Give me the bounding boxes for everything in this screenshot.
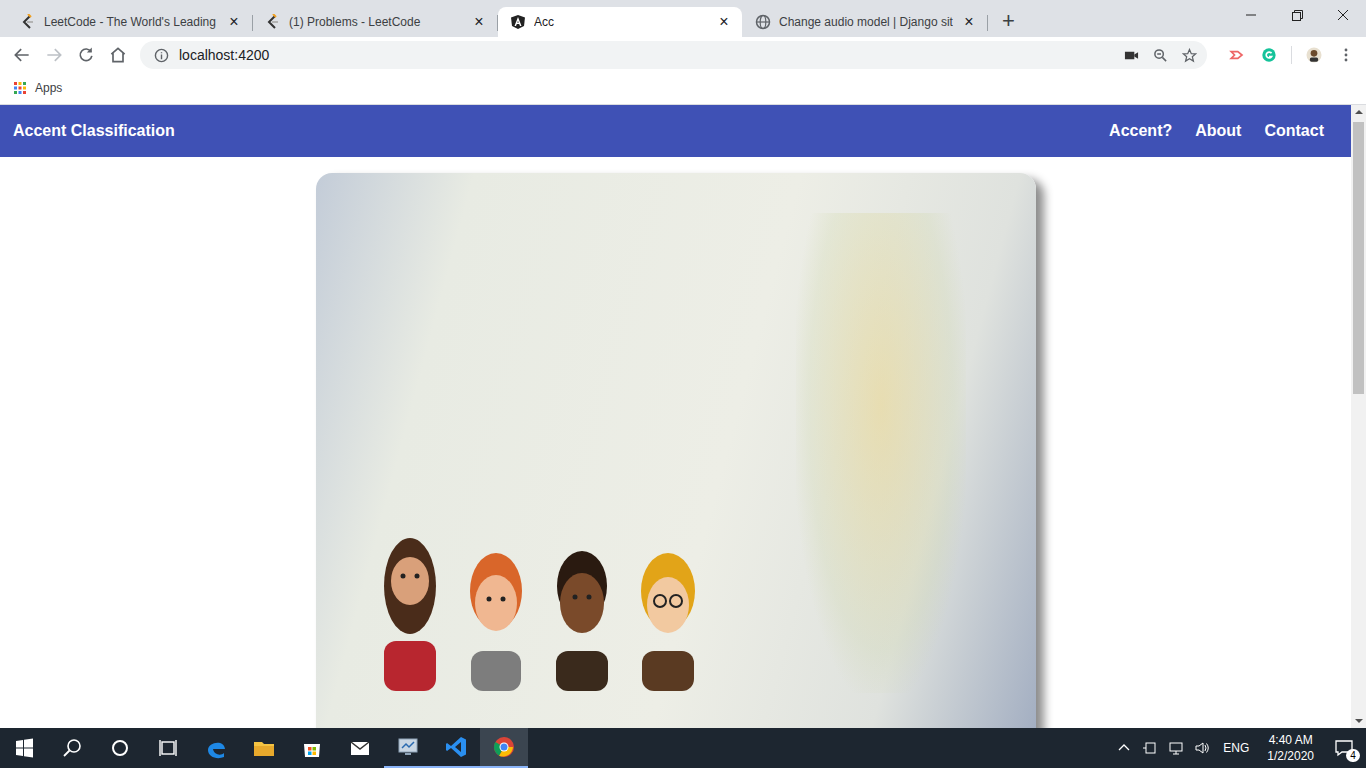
- taskbar-app[interactable]: [288, 728, 336, 768]
- bookmarks-bar: Apps: [0, 72, 1366, 105]
- store-icon: [300, 736, 324, 760]
- leetcode-icon: [20, 14, 36, 30]
- edge-icon: [204, 736, 228, 760]
- battery-icon[interactable]: [1142, 740, 1158, 756]
- brand-title[interactable]: Accent Classification: [13, 122, 1109, 140]
- taskbar-app[interactable]: [336, 728, 384, 768]
- camera-icon[interactable]: [1124, 48, 1139, 63]
- new-tab-button[interactable]: +: [1002, 7, 1015, 37]
- network-icon[interactable]: [1168, 740, 1184, 756]
- angular-icon: [510, 14, 526, 30]
- tab-title: (1) Problems - LeetCode: [289, 15, 463, 29]
- apps-grid-icon: [14, 82, 26, 94]
- scrollbar-thumb[interactable]: [1353, 122, 1364, 394]
- leetcode-icon: [265, 14, 281, 30]
- tab-title: Change audio model | Django sit: [779, 15, 953, 29]
- globe-icon: [755, 14, 771, 30]
- browser-tab[interactable]: (1) Problems - LeetCode ×: [253, 7, 497, 37]
- browser-tab[interactable]: LeetCode - The World's Leading ×: [8, 7, 252, 37]
- menu-icon[interactable]: [1336, 45, 1356, 65]
- notification-center[interactable]: 4: [1322, 728, 1366, 768]
- navbar: Accent Classification Accent? About Contac…: [0, 105, 1351, 157]
- minimize-icon[interactable]: [1228, 0, 1274, 30]
- restore-icon[interactable]: [1274, 0, 1320, 30]
- clock[interactable]: 4:40 AM 1/2/2020: [1259, 732, 1322, 764]
- page-viewport: Accent Classification Accent? About Contac…: [0, 105, 1366, 728]
- grammarly-icon[interactable]: [1259, 45, 1279, 65]
- task-view-icon[interactable]: [144, 728, 192, 768]
- forward-icon[interactable]: [44, 45, 64, 65]
- avatars-icon: [366, 491, 706, 691]
- reload-icon[interactable]: [76, 45, 96, 65]
- tab-title: Acc: [534, 15, 708, 29]
- zoom-icon[interactable]: [1153, 48, 1168, 63]
- chrome-icon: [492, 735, 516, 759]
- info-icon[interactable]: [154, 48, 169, 63]
- close-window-icon[interactable]: [1320, 0, 1366, 30]
- vscode-icon: [444, 735, 468, 759]
- tab-close-button[interactable]: ×: [716, 13, 732, 31]
- language-indicator[interactable]: ENG: [1223, 741, 1249, 755]
- taskbar-app[interactable]: [240, 728, 288, 768]
- home-icon[interactable]: [108, 45, 128, 65]
- tab-close-button[interactable]: ×: [961, 13, 977, 31]
- search-icon[interactable]: [48, 728, 96, 768]
- profile-icon[interactable]: [1304, 45, 1324, 65]
- browser-tab[interactable]: Change audio model | Django sit ×: [743, 7, 987, 37]
- browser-toolbar: localhost:4200: [0, 37, 1366, 72]
- system-tray: ENG 4:40 AM 1/2/2020 4: [1111, 728, 1366, 768]
- taskbar: ENG 4:40 AM 1/2/2020 4: [0, 728, 1366, 768]
- mail-icon: [348, 736, 372, 760]
- cortana-icon[interactable]: [96, 728, 144, 768]
- taskbar-app[interactable]: [192, 728, 240, 768]
- taskbar-app[interactable]: [384, 728, 432, 768]
- nav-link[interactable]: Accent?: [1109, 122, 1172, 140]
- address-bar[interactable]: localhost:4200: [140, 41, 1207, 69]
- windows-logo-icon[interactable]: [0, 728, 48, 768]
- taskbar-app[interactable]: [480, 728, 528, 768]
- address-text[interactable]: localhost:4200: [179, 47, 269, 63]
- star-icon[interactable]: [1182, 48, 1197, 63]
- tab-title: LeetCode - The World's Leading: [44, 15, 218, 29]
- volume-icon[interactable]: [1194, 740, 1210, 756]
- taskbar-app[interactable]: [432, 728, 480, 768]
- page: Accent Classification Accent? About Contac…: [0, 105, 1351, 728]
- notification-count: 4: [1346, 749, 1360, 762]
- monitor-icon: [396, 735, 420, 759]
- tab-strip: LeetCode - The World's Leading × (1) Pro…: [0, 0, 1366, 37]
- scrollbar[interactable]: [1351, 105, 1366, 728]
- nav-link[interactable]: Contact: [1264, 122, 1324, 140]
- explorer-icon: [252, 736, 276, 760]
- extension-icon[interactable]: [1227, 45, 1247, 65]
- tab-close-button[interactable]: ×: [471, 13, 487, 31]
- nav-link[interactable]: About: [1195, 122, 1241, 140]
- hero-image: [316, 173, 1036, 728]
- map-shape: [796, 213, 966, 693]
- tab-close-button[interactable]: ×: [226, 13, 242, 31]
- browser-tab[interactable]: Acc ×: [498, 7, 742, 37]
- back-icon[interactable]: [12, 45, 32, 65]
- bookmark[interactable]: Apps: [14, 81, 62, 95]
- chevron-up-icon[interactable]: [1116, 740, 1132, 756]
- screen: LeetCode - The World's Leading × (1) Pro…: [0, 0, 1366, 768]
